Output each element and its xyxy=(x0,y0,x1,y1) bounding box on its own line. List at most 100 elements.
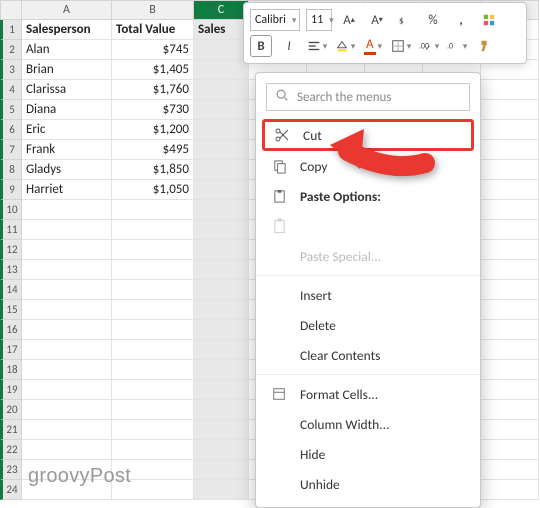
cell-A9[interactable]: Harriet xyxy=(22,180,112,200)
percent-format-icon[interactable]: % xyxy=(422,9,444,31)
align-button[interactable] xyxy=(306,35,328,57)
cell-A5[interactable]: Diana xyxy=(22,100,112,120)
cell-C2[interactable] xyxy=(194,40,249,60)
cell-B22[interactable] xyxy=(112,440,194,460)
cell-H10[interactable] xyxy=(481,200,539,220)
row-header-22[interactable]: 22 xyxy=(0,440,22,460)
row-header-4[interactable]: 4 xyxy=(0,80,22,100)
conditional-format-icon[interactable] xyxy=(478,9,500,31)
row-header-20[interactable]: 20 xyxy=(0,400,22,420)
cell-A14[interactable] xyxy=(22,280,112,300)
column-header-B[interactable]: B xyxy=(112,0,194,20)
cell-C21[interactable] xyxy=(194,420,249,440)
cell-H22[interactable] xyxy=(481,440,539,460)
cell-C20[interactable] xyxy=(194,400,249,420)
cell-B3[interactable]: $1,405 xyxy=(112,60,194,80)
cell-H11[interactable] xyxy=(481,220,539,240)
row-header-8[interactable]: 8 xyxy=(0,160,22,180)
menu-delete[interactable]: Delete xyxy=(256,310,480,340)
cell-B2[interactable]: $745 xyxy=(112,40,194,60)
cell-A12[interactable] xyxy=(22,240,112,260)
cell-C16[interactable] xyxy=(194,320,249,340)
cell-H13[interactable] xyxy=(481,260,539,280)
cell-C6[interactable] xyxy=(194,120,249,140)
cell-B12[interactable] xyxy=(112,240,194,260)
decrease-decimal-icon[interactable]: .00 xyxy=(418,35,440,57)
cell-C18[interactable] xyxy=(194,360,249,380)
menu-unhide[interactable]: Unhide xyxy=(256,469,480,499)
cell-B17[interactable] xyxy=(112,340,194,360)
borders-button[interactable] xyxy=(390,35,412,57)
row-header-9[interactable]: 9 xyxy=(0,180,22,200)
row-header-10[interactable]: 10 xyxy=(0,200,22,220)
cell-A1[interactable]: Salesperson xyxy=(22,20,112,40)
font-size-select[interactable]: 11 xyxy=(306,9,332,31)
cell-C10[interactable] xyxy=(194,200,249,220)
cell-A8[interactable]: Gladys xyxy=(22,160,112,180)
cell-A19[interactable] xyxy=(22,380,112,400)
cell-C13[interactable] xyxy=(194,260,249,280)
menu-hide[interactable]: Hide xyxy=(256,439,480,469)
cell-H21[interactable] xyxy=(481,420,539,440)
cell-C3[interactable] xyxy=(194,60,249,80)
increase-font-icon[interactable]: A▴ xyxy=(338,9,360,31)
cell-H23[interactable] xyxy=(481,460,539,480)
select-all-corner[interactable] xyxy=(0,0,22,20)
cell-B14[interactable] xyxy=(112,280,194,300)
cell-C12[interactable] xyxy=(194,240,249,260)
menu-copy[interactable]: Copy xyxy=(256,151,480,181)
cell-A21[interactable] xyxy=(22,420,112,440)
cell-H8[interactable] xyxy=(481,160,539,180)
comma-format-icon[interactable]: , xyxy=(450,9,472,31)
row-header-11[interactable]: 11 xyxy=(0,220,22,240)
cell-H16[interactable] xyxy=(481,320,539,340)
cell-B21[interactable] xyxy=(112,420,194,440)
cell-H12[interactable] xyxy=(481,240,539,260)
cell-A17[interactable] xyxy=(22,340,112,360)
cell-A18[interactable] xyxy=(22,360,112,380)
row-header-21[interactable]: 21 xyxy=(0,420,22,440)
format-painter-icon[interactable] xyxy=(474,35,496,57)
column-header-C[interactable]: C xyxy=(194,0,249,20)
row-header-3[interactable]: 3 xyxy=(0,60,22,80)
font-name-select[interactable]: Calibri xyxy=(250,9,300,31)
cell-H6[interactable] xyxy=(481,120,539,140)
row-header-15[interactable]: 15 xyxy=(0,300,22,320)
row-header-2[interactable]: 2 xyxy=(0,40,22,60)
cell-B19[interactable] xyxy=(112,380,194,400)
menu-search-input[interactable]: Search the menus xyxy=(266,83,470,111)
cell-H20[interactable] xyxy=(481,400,539,420)
row-header-5[interactable]: 5 xyxy=(0,100,22,120)
cell-C19[interactable] xyxy=(194,380,249,400)
cell-B4[interactable]: $1,760 xyxy=(112,80,194,100)
row-header-17[interactable]: 17 xyxy=(0,340,22,360)
row-header-18[interactable]: 18 xyxy=(0,360,22,380)
menu-format-cells[interactable]: Format Cells... xyxy=(256,379,480,409)
cell-H5[interactable] xyxy=(481,100,539,120)
font-color-button[interactable]: A xyxy=(362,35,384,57)
cell-H14[interactable] xyxy=(481,280,539,300)
cell-B16[interactable] xyxy=(112,320,194,340)
row-header-19[interactable]: 19 xyxy=(0,380,22,400)
increase-decimal-icon[interactable]: .0 xyxy=(446,35,468,57)
cell-C8[interactable] xyxy=(194,160,249,180)
cell-A11[interactable] xyxy=(22,220,112,240)
row-header-23[interactable]: 23 xyxy=(0,460,22,480)
menu-insert[interactable]: Insert xyxy=(256,280,480,310)
accounting-format-icon[interactable]: $ xyxy=(394,9,416,31)
cell-B8[interactable]: $1,850 xyxy=(112,160,194,180)
cell-A2[interactable]: Alan xyxy=(22,40,112,60)
cell-B7[interactable]: $495 xyxy=(112,140,194,160)
cell-H4[interactable] xyxy=(481,80,539,100)
cell-H7[interactable] xyxy=(481,140,539,160)
cell-B13[interactable] xyxy=(112,260,194,280)
cell-B20[interactable] xyxy=(112,400,194,420)
decrease-font-icon[interactable]: A▾ xyxy=(366,9,388,31)
cell-A4[interactable]: Clarissa xyxy=(22,80,112,100)
cell-A15[interactable] xyxy=(22,300,112,320)
row-header-16[interactable]: 16 xyxy=(0,320,22,340)
menu-column-width[interactable]: Column Width... xyxy=(256,409,480,439)
cell-A3[interactable]: Brian xyxy=(22,60,112,80)
cell-B5[interactable]: $730 xyxy=(112,100,194,120)
row-header-13[interactable]: 13 xyxy=(0,260,22,280)
